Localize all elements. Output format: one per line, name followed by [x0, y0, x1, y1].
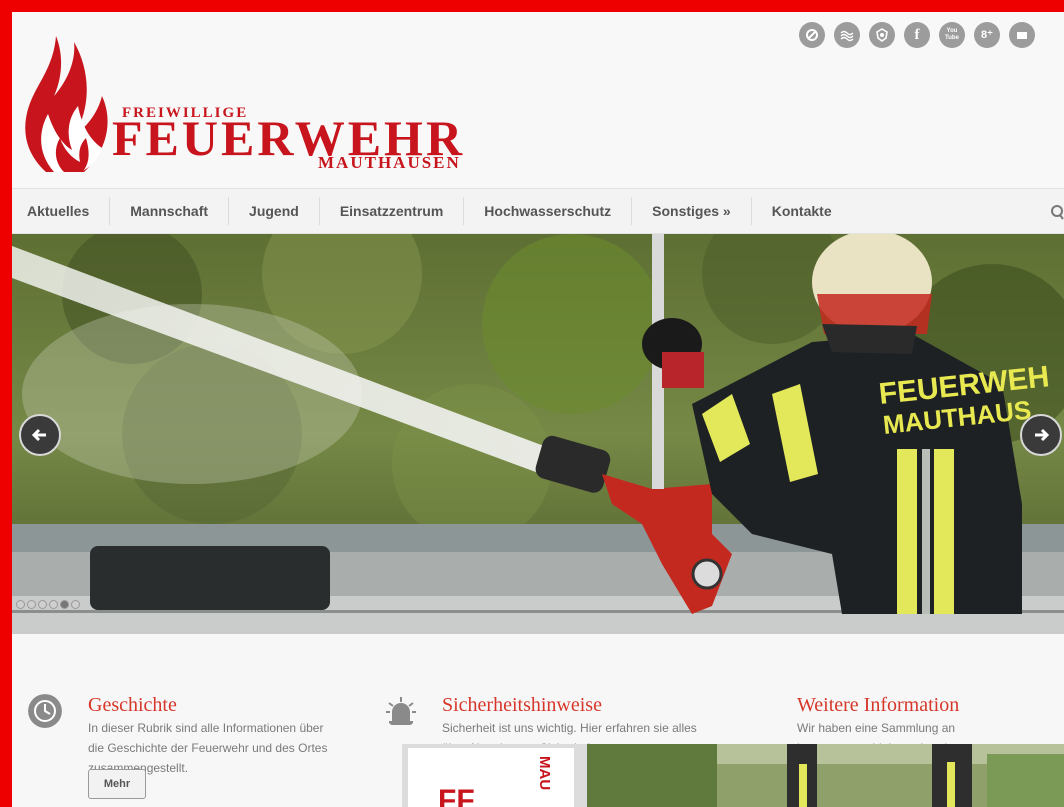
weitere-title[interactable]: Weitere Information: [797, 694, 959, 716]
nav-item-aktuelles[interactable]: Aktuelles: [12, 197, 109, 225]
nav-item-einsatzzentrum[interactable]: Einsatzzentrum: [318, 197, 463, 225]
email-icon[interactable]: [1009, 22, 1035, 48]
nav-item-kontakte[interactable]: Kontakte: [750, 197, 852, 225]
history-clock-icon: [28, 694, 62, 728]
google-plus-icon[interactable]: 8⁺: [974, 22, 1000, 48]
poster-big-text: FF: [438, 784, 475, 807]
social-links: f You Tube 8⁺: [799, 22, 1035, 48]
arrow-right-icon: [1035, 428, 1050, 442]
logo-line-mauthausen: MAUTHAUSEN: [318, 153, 461, 172]
waves-icon[interactable]: [834, 22, 860, 48]
image-strip: FF MAU: [402, 744, 1064, 807]
slider-dot-active[interactable]: [60, 600, 69, 609]
page: FREIWILLIGE FEUERWEHR MAUTHAUSEN f You T…: [12, 12, 1064, 807]
emblem-icon[interactable]: [869, 22, 895, 48]
slider-dot[interactable]: [27, 600, 36, 609]
nav-item-jugend[interactable]: Jugend: [228, 197, 319, 225]
nav-item-hochwasserschutz[interactable]: Hochwasserschutz: [463, 197, 631, 225]
hero-slider[interactable]: FEUERWEH MAUTHAUS: [12, 234, 1064, 634]
slider-dot[interactable]: [16, 600, 25, 609]
slider-dot[interactable]: [49, 600, 58, 609]
slider-next-button[interactable]: [1020, 414, 1062, 456]
thumbnail-photo-image: [587, 744, 1064, 807]
nav-item-mannschaft[interactable]: Mannschaft: [109, 197, 228, 225]
search-icon[interactable]: [1046, 203, 1064, 221]
slider-prev-button[interactable]: [19, 414, 61, 456]
slider-pagination: [16, 600, 80, 609]
nav-item-sonstiges[interactable]: Sonstiges »: [631, 197, 751, 225]
arrow-left-icon: [31, 428, 46, 442]
youtube-icon[interactable]: You Tube: [939, 22, 965, 48]
sicherheit-title[interactable]: Sicherheitshinweise: [442, 694, 602, 716]
slider-dot[interactable]: [71, 600, 80, 609]
flame-logo-icon: [25, 36, 108, 172]
site-header: FREIWILLIGE FEUERWEHR MAUTHAUSEN f You T…: [12, 12, 1064, 188]
hero-image: FEUERWEH MAUTHAUS: [12, 234, 1064, 634]
alarm-siren-icon: [386, 697, 416, 725]
geschichte-title[interactable]: Geschichte: [88, 694, 177, 716]
poster-vertical-text: MAU: [536, 756, 553, 791]
main-navigation: Aktuelles Mannschaft Jugend Einsatzzentr…: [12, 188, 1064, 234]
site-logo[interactable]: FREIWILLIGE FEUERWEHR MAUTHAUSEN: [18, 22, 538, 172]
gear-cog-icon[interactable]: [799, 22, 825, 48]
slider-dot[interactable]: [38, 600, 47, 609]
mehr-button[interactable]: Mehr: [88, 769, 146, 799]
content-area: Geschichte In dieser Rubrik sind alle In…: [12, 634, 1064, 807]
thumbnail-poster[interactable]: FF MAU: [408, 748, 574, 807]
facebook-icon[interactable]: f: [904, 22, 930, 48]
thumbnail-photo[interactable]: [587, 744, 1064, 807]
